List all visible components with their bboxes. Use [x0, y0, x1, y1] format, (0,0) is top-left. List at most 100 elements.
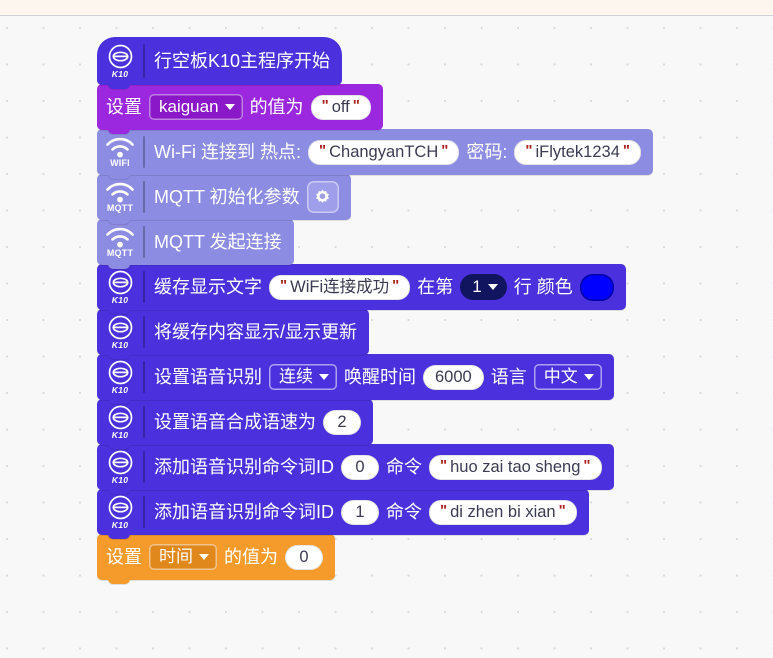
block-content-row: Wi-Fi 连接到 热点: " ChangyanTCH " 密码: " iFlytek123…: [145, 129, 653, 175]
block-label: MQTT 初始化参数: [154, 187, 300, 207]
block-content-row: MQTT 发起连接: [145, 219, 294, 265]
block-content-row: 将缓存内容显示/显示更新: [145, 309, 369, 355]
quote-mark: ": [525, 141, 533, 159]
option-dropdown[interactable]: 连续: [269, 364, 337, 390]
text-input-value: off: [331, 97, 350, 116]
k10-icon-label: K10: [111, 340, 129, 350]
block-label: 密码:: [466, 142, 508, 162]
quote-mark: ": [318, 141, 327, 159]
block-set-variable-time[interactable]: 设置 时间 的值为 0: [97, 534, 335, 584]
k10-icon-label: K10: [111, 69, 129, 79]
wifi-icon-label: WIFI: [110, 157, 130, 168]
block-label: 行 颜色: [513, 277, 573, 297]
wifi-icon: WIFI: [97, 127, 143, 177]
block-content-row: MQTT 初始化参数: [145, 174, 351, 220]
color-swatch[interactable]: [579, 273, 614, 301]
block-set-tts-speed[interactable]: K10 设置语音合成语速为 2: [97, 399, 373, 449]
line-number-dropdown[interactable]: 1: [460, 274, 507, 300]
number-input-field[interactable]: 0: [341, 454, 379, 480]
block-label: 命令: [386, 502, 422, 522]
block-hat-k10-start[interactable]: K10 行空板K10主程序开始: [97, 35, 343, 89]
block-content-row: 行空板K10主程序开始: [145, 37, 342, 85]
number-input-field[interactable]: 1: [341, 499, 379, 525]
k10-icon-label: K10: [111, 475, 129, 485]
block-set-variable-kaiguan[interactable]: 设置 kaiguan 的值为 " off ": [97, 84, 383, 134]
wifi-icon: MQTT: [97, 172, 143, 222]
block-buffer-refresh[interactable]: K10 将缓存内容显示/显示更新: [97, 309, 369, 359]
wifi-icon-label: MQTT: [106, 202, 134, 213]
dropdown-value: kaiguan: [159, 97, 219, 116]
gear-icon[interactable]: [306, 181, 339, 213]
block-label: 的值为: [249, 97, 304, 117]
quote-mark: ": [558, 501, 566, 519]
number-input-field[interactable]: 0: [285, 544, 323, 570]
text-input-value: WiFi连接成功: [290, 277, 390, 296]
option-dropdown[interactable]: 中文: [534, 364, 602, 390]
quote-mark: ": [321, 96, 329, 114]
k10-icon: K10: [97, 262, 143, 312]
dropdown-value: 中文: [543, 367, 578, 386]
block-wifi-connect[interactable]: WIFI Wi-Fi 连接到 热点: " ChangyanTCH " 密码: " iFlyte…: [97, 127, 654, 179]
variable-dropdown[interactable]: 时间: [149, 544, 217, 570]
k10-icon: K10: [97, 35, 143, 87]
chevron-down-icon: [487, 284, 498, 290]
block-label: 设置: [106, 547, 142, 567]
text-input-value: ChangyanTCH: [329, 142, 439, 161]
block-mqtt-init[interactable]: MQTT MQTT 初始化参数: [97, 172, 351, 224]
text-input-field[interactable]: " off ": [310, 94, 371, 120]
block-content-row: 设置语音识别 连续 唤醒时间 6000 语言 中文: [145, 354, 614, 400]
wifi-icon: MQTT: [97, 217, 143, 267]
text-input-field[interactable]: " huo zai tao sheng ": [429, 454, 602, 480]
text-input-field[interactable]: " di zhen bi xian ": [429, 499, 577, 525]
quote-mark: ": [280, 276, 288, 294]
number-input-field[interactable]: 6000: [423, 364, 484, 390]
chevron-down-icon: [199, 554, 209, 560]
block-label: 命令: [386, 457, 422, 477]
block-buffer-display-text[interactable]: K10 缓存显示文字 " WiFi连接成功 " 在第 1 行 颜色: [97, 262, 626, 314]
text-input-value: huo zai tao sheng: [450, 457, 581, 476]
quote-mark: ": [441, 141, 449, 159]
block-label: 设置语音合成语速为: [154, 412, 316, 432]
quote-mark: ": [440, 501, 448, 519]
k10-icon: K10: [97, 487, 143, 537]
quote-mark: ": [583, 456, 591, 474]
quote-mark: ": [392, 276, 400, 294]
workspace-root: K10 行空板K10主程序开始 设置 kaiguan 的值为 " off " WIFI Wi-Fi…: [0, 0, 773, 658]
number-input-field[interactable]: 2: [323, 409, 361, 435]
dropdown-value: 时间: [159, 547, 193, 566]
block-content-row: 设置 kaiguan 的值为 " off ": [97, 84, 383, 130]
variable-dropdown[interactable]: kaiguan: [149, 94, 243, 120]
block-stack[interactable]: K10 行空板K10主程序开始 设置 kaiguan 的值为 " off " WIFI Wi-Fi…: [97, 35, 654, 584]
block-label: 将缓存内容显示/显示更新: [154, 322, 357, 342]
block-label: 添加语音识别命令词ID: [154, 502, 334, 522]
block-label: 语言: [490, 367, 527, 387]
block-label: 缓存显示文字: [154, 277, 262, 297]
block-add-command-word-0[interactable]: K10 添加语音识别命令词ID 0 命令 " huo zai tao sheng ": [97, 442, 614, 494]
block-content-row: 设置 时间 的值为 0: [97, 534, 335, 580]
k10-icon-label: K10: [111, 385, 129, 395]
wifi-icon-label: MQTT: [106, 247, 134, 258]
top-strip: [0, 0, 773, 16]
block-add-command-word-1[interactable]: K10 添加语音识别命令词ID 1 命令 " di zhen bi xian ": [97, 487, 589, 539]
block-label: 设置: [106, 97, 142, 117]
k10-icon-label: K10: [111, 295, 129, 305]
quote-mark: ": [352, 96, 360, 114]
block-label: MQTT 发起连接: [154, 232, 282, 252]
k10-icon-label: K10: [111, 520, 129, 530]
block-label: 设置语音识别: [154, 367, 262, 387]
chevron-down-icon: [583, 374, 594, 380]
block-set-speech-recognition[interactable]: K10 设置语音识别 连续 唤醒时间 6000 语言 中文: [97, 354, 614, 404]
k10-icon: K10: [97, 442, 143, 492]
block-label: 行空板K10主程序开始: [154, 51, 331, 71]
chevron-down-icon: [224, 104, 235, 110]
text-input-field[interactable]: " iFlytek1234 ": [514, 139, 642, 165]
block-label: Wi-Fi 连接到 热点:: [154, 142, 301, 162]
text-input-value: iFlytek1234: [535, 142, 620, 161]
dropdown-value: 1: [472, 277, 482, 296]
quote-mark: ": [622, 141, 631, 159]
block-mqtt-connect[interactable]: MQTT MQTT 发起连接: [97, 217, 294, 269]
k10-icon-label: K10: [111, 430, 129, 440]
text-input-field[interactable]: " WiFi连接成功 ": [269, 274, 411, 300]
block-label: 唤醒时间: [344, 367, 416, 387]
text-input-field[interactable]: " ChangyanTCH ": [307, 139, 460, 165]
